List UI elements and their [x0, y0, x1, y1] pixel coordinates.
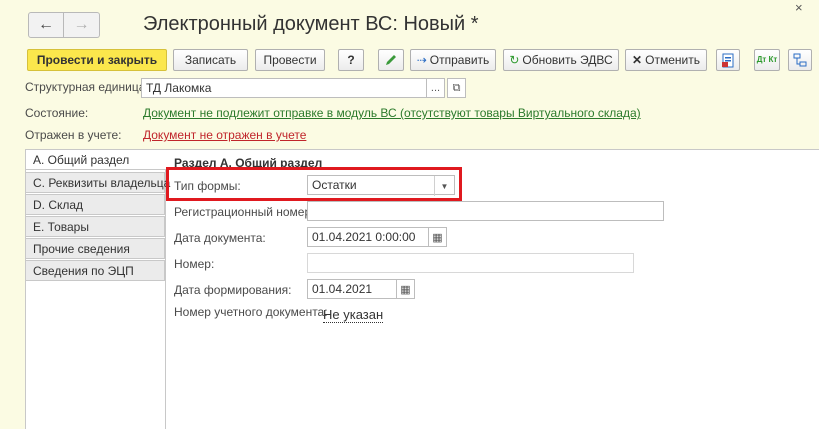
tab-ecp-info[interactable]: Сведения по ЭЦП [25, 260, 165, 281]
help-button[interactable]: ? [338, 49, 364, 71]
acc-doc-number-label: Номер учетного документа: [174, 305, 328, 319]
unit-label: Структурная единица: [25, 80, 149, 94]
send-button[interactable]: ⇢ Отправить [410, 49, 496, 71]
send-label: Отправить [429, 53, 490, 67]
tab-warehouse[interactable]: D. Склад [25, 194, 165, 215]
reg-number-label: Регистрационный номер: [174, 205, 315, 219]
state-label: Состояние: [25, 106, 89, 120]
pencil-icon [386, 55, 396, 65]
send-icon: ⇢ [416, 53, 427, 67]
reg-number-input[interactable] [307, 201, 664, 221]
doc-date-input[interactable]: 01.04.2021 0:00:00 [307, 227, 429, 247]
edit-pencil-icon[interactable] [378, 49, 404, 71]
accounting-link[interactable]: Документ не отражен в учете [143, 128, 306, 142]
ellipsis-icon[interactable]: ... [426, 78, 445, 98]
accounting-label: Отражен в учете: [25, 128, 122, 142]
cancel-label: Отменить [645, 53, 700, 67]
window-title: Электронный документ ВС: Новый * [143, 13, 479, 35]
doc-date-label: Дата документа: [174, 231, 266, 245]
acc-doc-number-link[interactable]: Не указан [323, 307, 384, 323]
unit-field[interactable]: ТД Лакомка [141, 78, 427, 98]
dt-kt-button[interactable]: Дт Кт [754, 49, 780, 71]
close-icon[interactable]: × [795, 0, 819, 16]
form-type-label: Тип формы: [174, 179, 241, 193]
forward-arrow-icon[interactable]: → [64, 12, 100, 38]
post-button[interactable]: Провести [255, 49, 325, 71]
dropdown-arrow-icon[interactable]: ▼ [434, 176, 454, 196]
post-and-close-button[interactable]: Провести и закрыть [27, 49, 167, 71]
tab-owner-details[interactable]: С. Реквизиты владельца [25, 172, 170, 193]
dt-kt-icon: Дт Кт [756, 55, 778, 64]
number-input[interactable] [307, 253, 634, 273]
document-icon [722, 53, 734, 67]
cancel-x-icon: ✕ [632, 53, 643, 67]
refresh-edvs-button[interactable]: ↻ Обновить ЭДВС [503, 49, 619, 71]
refresh-edvs-label: Обновить ЭДВС [522, 53, 613, 67]
structure-icon[interactable] [788, 49, 812, 71]
calendar-icon[interactable]: ▦ [428, 227, 447, 247]
tab-general[interactable]: А. Общий раздел [25, 149, 166, 170]
gen-date-input[interactable]: 01.04.2021 [307, 279, 397, 299]
form-type-value: Остатки [312, 178, 357, 192]
calendar-icon[interactable]: ▦ [396, 279, 415, 299]
cancel-button[interactable]: ✕ Отменить [625, 49, 707, 71]
write-button[interactable]: Записать [173, 49, 248, 71]
back-arrow-icon[interactable]: ← [28, 12, 64, 38]
hierarchy-icon [793, 53, 807, 67]
form-type-select[interactable]: Остатки ▼ [307, 175, 455, 196]
gen-date-label: Дата формирования: [174, 283, 292, 297]
document-report-icon[interactable] [716, 49, 740, 71]
navigation-buttons: ← → [28, 12, 100, 38]
tab-other-info[interactable]: Прочие сведения [25, 238, 165, 259]
open-copy-icon[interactable]: ⧉ [447, 78, 466, 98]
refresh-icon: ↻ [509, 53, 520, 67]
number-label: Номер: [174, 257, 215, 271]
state-link[interactable]: Документ не подлежит отправке в модуль В… [143, 106, 641, 120]
tab-goods[interactable]: Е. Товары [25, 216, 165, 237]
